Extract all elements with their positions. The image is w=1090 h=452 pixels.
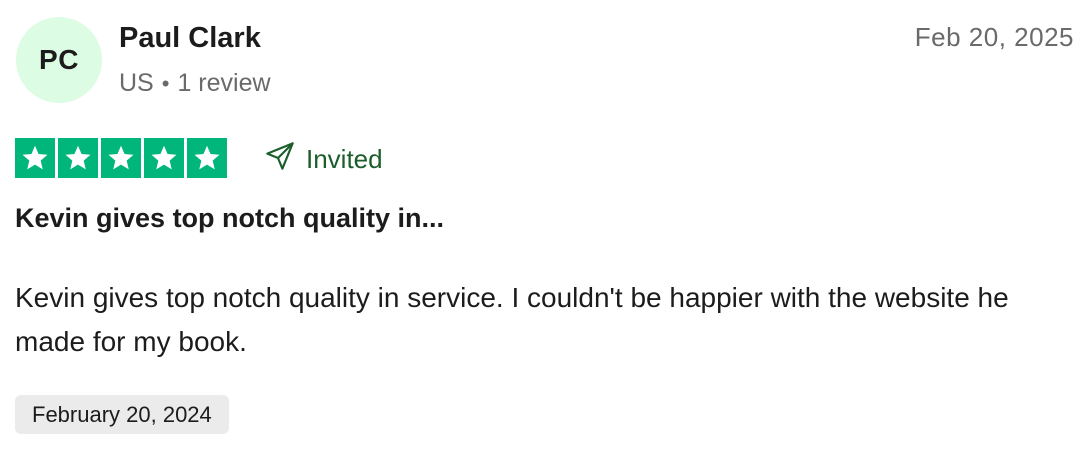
- meta-separator: •: [161, 70, 170, 96]
- star-rating: [15, 138, 227, 178]
- reviewer-review-count: 1 review: [177, 69, 271, 97]
- reviewer-country: US: [119, 69, 154, 97]
- send-icon: [264, 140, 296, 179]
- experience-date-badge: February 20, 2024: [15, 395, 229, 434]
- avatar-initials: PC: [39, 44, 79, 75]
- star-icon: [187, 138, 227, 178]
- review-posted-date: Feb 20, 2025: [914, 22, 1074, 52]
- review-body: Kevin gives top notch quality in service…: [15, 282, 1009, 357]
- review-title[interactable]: Kevin gives top notch quality in...: [15, 203, 444, 234]
- review-card: PC Paul Clark US • 1 review Feb 20, 2025: [0, 0, 1090, 452]
- avatar[interactable]: PC: [16, 17, 102, 103]
- star-icon: [101, 138, 141, 178]
- star-icon: [144, 138, 184, 178]
- invited-badge[interactable]: Invited: [264, 140, 383, 179]
- star-icon: [58, 138, 98, 178]
- star-icon: [15, 138, 55, 178]
- reviewer-meta: US • 1 review: [119, 69, 271, 98]
- invited-label: Invited: [306, 144, 383, 174]
- experience-date: February 20, 2024: [32, 401, 212, 427]
- reviewer-name[interactable]: Paul Clark: [119, 22, 261, 55]
